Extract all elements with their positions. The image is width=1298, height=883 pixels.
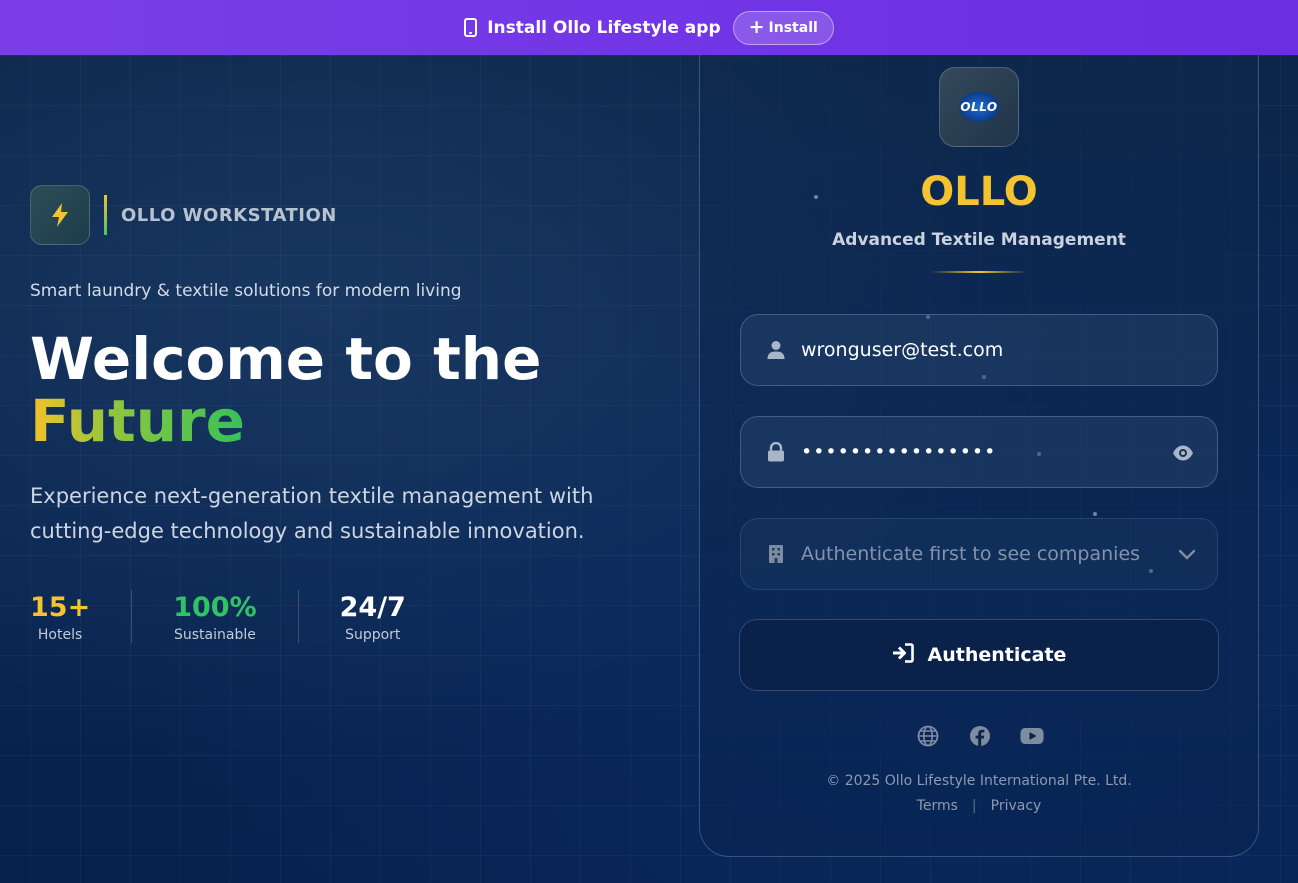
sign-in-icon: [892, 642, 914, 668]
stat-label: Hotels: [37, 627, 83, 643]
brand-name: OLLO WORKSTATION: [121, 204, 337, 226]
authenticate-button-label: Authenticate: [927, 644, 1067, 666]
install-banner: Install Ollo Lifestyle app + Install: [0, 0, 1298, 55]
ollo-logo-badge: OLLO: [959, 92, 999, 122]
ollo-logo: OLLO: [939, 67, 1019, 147]
facebook-icon[interactable]: [968, 724, 992, 748]
authenticate-button[interactable]: Authenticate: [739, 619, 1219, 691]
workstation-brand: OLLO WORKSTATION: [30, 185, 337, 245]
link-separator: |: [971, 798, 977, 814]
chevron-down-icon: [1177, 545, 1197, 565]
stat-sustainable: 100% Sustainable: [131, 590, 297, 643]
stat-hotels: 15+ Hotels: [30, 590, 131, 643]
privacy-link[interactable]: Privacy: [991, 798, 1042, 814]
particle-dot: [1093, 512, 1097, 516]
stats-row: 15+ Hotels 100% Sustainable 24/7 Support: [30, 590, 447, 643]
install-banner-text: Install Ollo Lifestyle app: [487, 17, 721, 38]
password-field: [740, 416, 1218, 488]
footer-links: Terms | Privacy: [699, 798, 1259, 814]
ollo-logo-text: OLLO: [960, 100, 998, 114]
headline-highlight: Future: [30, 387, 245, 455]
building-icon: [766, 543, 786, 565]
stat-support: 24/7 Support: [297, 590, 447, 643]
headline: Welcome to the Future: [30, 328, 541, 452]
install-button[interactable]: + Install: [732, 10, 834, 45]
stat-value: 24/7: [339, 592, 406, 623]
eye-icon[interactable]: [1171, 441, 1195, 465]
tagline: Smart laundry & textile solutions for mo…: [30, 281, 462, 301]
headline-line1: Welcome to the: [30, 325, 542, 393]
globe-icon[interactable]: [916, 724, 940, 748]
hero-description: Experience next-generation textile manag…: [30, 484, 594, 543]
title-underline: [930, 271, 1028, 273]
stat-value: 100%: [173, 592, 257, 623]
stat-label: Sustainable: [173, 627, 256, 643]
install-button-label: Install: [768, 19, 818, 36]
social-links: [916, 724, 1044, 748]
login-subtitle: Advanced Textile Management: [832, 230, 1126, 250]
company-select[interactable]: Authenticate first to see companies: [740, 518, 1218, 590]
login-title: OLLO: [920, 169, 1038, 215]
terms-link[interactable]: Terms: [917, 798, 958, 814]
lock-icon: [766, 441, 786, 463]
password-input[interactable]: [801, 417, 1181, 487]
stat-label: Support: [345, 627, 401, 643]
email-field: [740, 314, 1218, 386]
company-select-placeholder: Authenticate first to see companies: [801, 543, 1141, 565]
stat-value: 15+: [30, 592, 91, 623]
email-input[interactable]: [801, 315, 1181, 385]
user-icon: [766, 339, 786, 361]
brand-divider: [104, 195, 107, 235]
lightning-icon: [30, 185, 90, 245]
youtube-icon[interactable]: [1020, 724, 1044, 748]
phone-icon: [464, 18, 478, 37]
plus-icon: +: [748, 16, 765, 38]
copyright-text: © 2025 Ollo Lifestyle International Pte.…: [826, 773, 1132, 789]
